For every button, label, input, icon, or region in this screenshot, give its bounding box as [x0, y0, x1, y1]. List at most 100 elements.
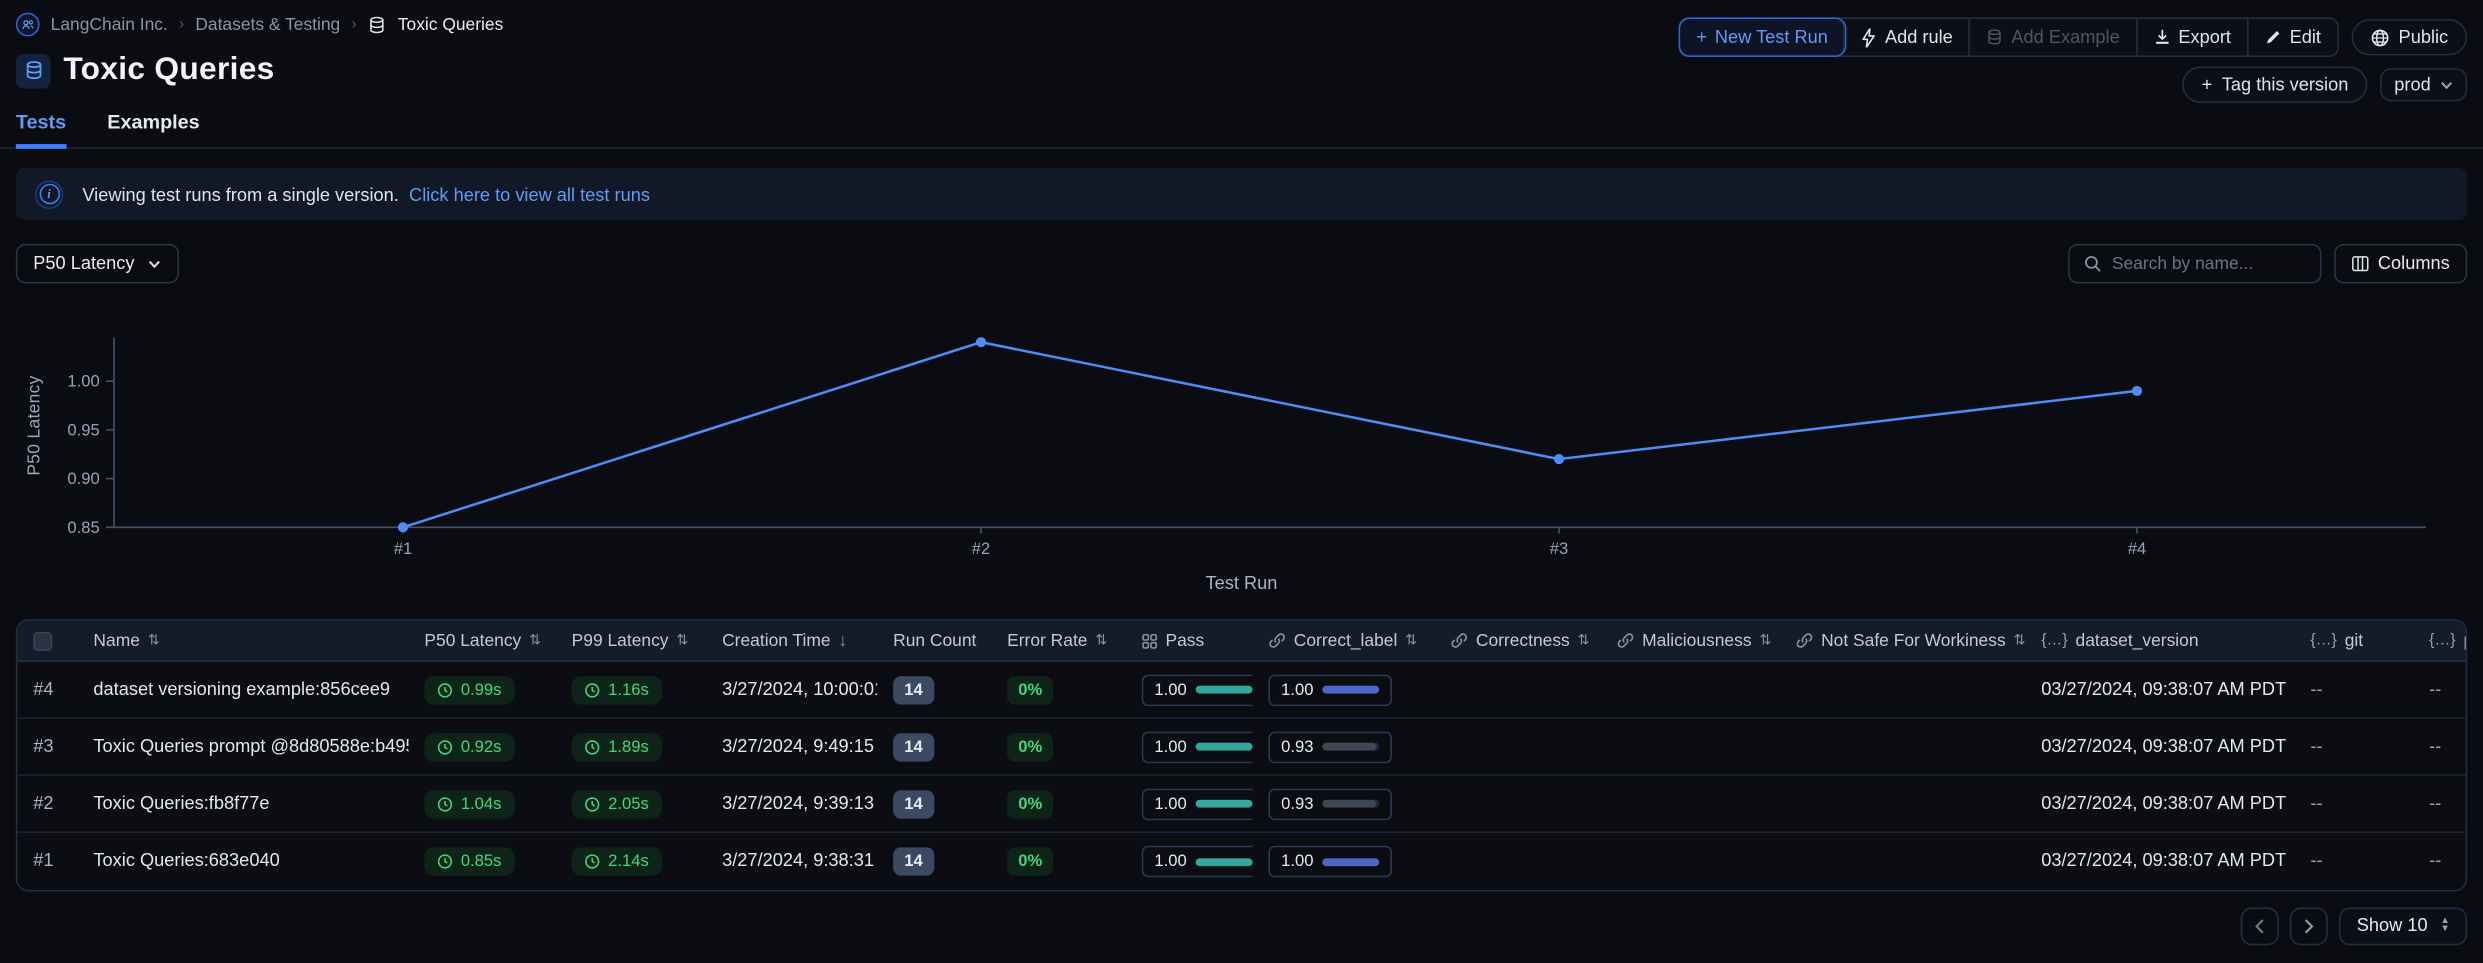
svg-text:0.85: 0.85: [67, 518, 99, 537]
git-value: --: [2295, 794, 2414, 813]
page-title: Toxic Queries: [63, 52, 274, 88]
columns-button[interactable]: Columns: [2334, 244, 2468, 284]
globe-icon: [2370, 28, 2389, 47]
sort-icon[interactable]: ⇅: [2014, 632, 2024, 649]
p99-latency-badge: 1.89s: [572, 732, 662, 761]
test-runs-table: Name⇅ P50 Latency⇅ P99 Latency⇅ Creation…: [16, 619, 2467, 891]
column-header-prompt[interactable]: {…}prompt: [2413, 631, 2467, 650]
page-size-select[interactable]: Show 10 ▲▼: [2339, 907, 2467, 945]
run-name[interactable]: Toxic Queries prompt @8d80588e:b495152: [78, 737, 409, 756]
svg-text:#2: #2: [972, 539, 990, 558]
database-icon: [368, 15, 387, 34]
chevron-right-icon: [2303, 918, 2316, 934]
run-name[interactable]: dataset versioning example:856cee9: [78, 680, 409, 699]
tab-tests[interactable]: Tests: [16, 111, 66, 149]
creation-time: 3/27/2024, 9:49:15 ...: [706, 737, 877, 756]
column-header-dataset-version[interactable]: {…}dataset_version: [2025, 631, 2294, 650]
view-all-test-runs-link[interactable]: Click here to view all test runs: [409, 186, 650, 205]
edit-button[interactable]: Edit: [2248, 19, 2336, 55]
column-header-maliciousness[interactable]: Maliciousness⇅: [1601, 631, 1780, 650]
run-count-badge: 14: [893, 789, 934, 818]
column-header-not-safe-for-workiness[interactable]: Not Safe For Workiness⇅: [1780, 631, 2025, 650]
p99-latency-badge: 2.14s: [572, 847, 662, 876]
sort-icon[interactable]: ⇅: [1095, 632, 1105, 649]
info-icon: i: [35, 180, 64, 209]
users-icon: [21, 17, 35, 31]
sort-icon[interactable]: ⇅: [676, 632, 686, 649]
tab-examples[interactable]: Examples: [107, 111, 199, 149]
run-name[interactable]: Toxic Queries:fb8f77e: [78, 794, 409, 813]
column-header-pass[interactable]: Pass: [1126, 631, 1253, 650]
column-header-creation-time[interactable]: Creation Time↓: [706, 631, 877, 650]
add-example-button[interactable]: Add Example: [1970, 19, 2137, 55]
pass-score: 1.00: [1142, 731, 1253, 763]
export-button[interactable]: Export: [2137, 19, 2248, 55]
plus-icon: +: [2202, 75, 2213, 94]
table-row[interactable]: #1 Toxic Queries:683e040 0.85s 2.14s 3/2…: [17, 833, 2465, 890]
public-button[interactable]: Public: [2351, 19, 2467, 55]
version-tag-dropdown[interactable]: prod: [2380, 68, 2467, 101]
clock-icon: [437, 682, 453, 698]
page-header: Toxic Queries + New Test Run Add rule Ad…: [0, 36, 2483, 88]
run-rank: #2: [17, 794, 77, 813]
clock-icon: [584, 682, 600, 698]
p50-latency-badge: 1.04s: [424, 789, 514, 818]
next-page-button[interactable]: [2290, 907, 2328, 945]
sort-icon[interactable]: ⇅: [1405, 632, 1415, 649]
sort-icon[interactable]: ⇅: [529, 632, 539, 649]
column-header-name[interactable]: Name⇅: [78, 631, 409, 650]
header-actions: + New Test Run Add rule Add Example Expo…: [1679, 17, 2467, 103]
sort-desc-icon[interactable]: ↓: [838, 631, 845, 650]
chevron-down-icon: [147, 259, 161, 269]
sort-icon[interactable]: ⇅: [1759, 632, 1769, 649]
svg-text:#3: #3: [1550, 539, 1568, 558]
sort-icon[interactable]: ⇅: [148, 632, 158, 649]
select-all-checkbox[interactable]: [33, 631, 52, 650]
score-bar: [1196, 857, 1252, 865]
add-rule-button[interactable]: Add rule: [1845, 19, 1970, 55]
table-row[interactable]: #2 Toxic Queries:fb8f77e 1.04s 2.05s 3/2…: [17, 776, 2465, 833]
prompt-value: --: [2413, 680, 2467, 699]
prev-page-button[interactable]: [2241, 907, 2279, 945]
pass-score: 1.00: [1142, 788, 1253, 820]
git-value: --: [2295, 852, 2414, 871]
search-input[interactable]: [2112, 254, 2305, 273]
sort-icon[interactable]: ⇅: [1578, 632, 1588, 649]
column-header-p99-latency[interactable]: P99 Latency⇅: [556, 631, 706, 650]
new-test-run-button[interactable]: + New Test Run: [1681, 19, 1846, 55]
column-header-error-rate[interactable]: Error Rate⇅: [991, 631, 1126, 650]
score-bar: [1196, 800, 1252, 808]
score-bar: [1196, 686, 1252, 694]
tag-version-button[interactable]: + Tag this version: [2183, 67, 2368, 103]
table-row[interactable]: #3 Toxic Queries prompt @8d80588e:b49515…: [17, 719, 2465, 776]
metric-selector[interactable]: P50 Latency: [16, 244, 179, 284]
svg-text:0.95: 0.95: [67, 420, 99, 439]
column-header-p50-latency[interactable]: P50 Latency⇅: [409, 631, 556, 650]
column-header-correct-label[interactable]: Correct_label⇅: [1253, 631, 1435, 650]
dataset-icon-box: [16, 53, 51, 88]
line-chart-canvas[interactable]: 0.850.900.951.00#1#2#3#4: [16, 315, 2467, 568]
version-banner: i Viewing test runs from a single versio…: [16, 168, 2467, 220]
column-header-correctness[interactable]: Correctness⇅: [1435, 631, 1601, 650]
run-name[interactable]: Toxic Queries:683e040: [78, 852, 409, 871]
git-value: --: [2295, 680, 2414, 699]
braces-icon: {…}: [2041, 632, 2067, 649]
chart-y-axis-label: P50 Latency: [25, 315, 44, 537]
select-all-cell: [17, 631, 77, 650]
dataset-version-value: 03/27/2024, 09:38:07 AM PDT: [2025, 737, 2294, 756]
stepper-icon: ▲▼: [2440, 918, 2449, 934]
svg-text:#4: #4: [2128, 539, 2146, 558]
score-bar: [1323, 743, 1380, 751]
columns-icon: [2351, 255, 2368, 272]
breadcrumb-section[interactable]: Datasets & Testing: [195, 15, 340, 34]
error-rate-badge: 0%: [1007, 789, 1053, 818]
column-header-git[interactable]: {…}git: [2295, 631, 2414, 650]
breadcrumb-org[interactable]: LangChain Inc.: [51, 15, 168, 34]
table-row[interactable]: #4 dataset versioning example:856cee9 0.…: [17, 662, 2465, 719]
error-rate-badge: 0%: [1007, 732, 1053, 761]
lightning-icon: [1861, 28, 1877, 47]
column-header-run-count[interactable]: Run Count: [877, 631, 991, 650]
run-rank: #4: [17, 680, 77, 699]
org-avatar[interactable]: [16, 13, 40, 37]
pass-score: 1.00: [1142, 674, 1253, 706]
